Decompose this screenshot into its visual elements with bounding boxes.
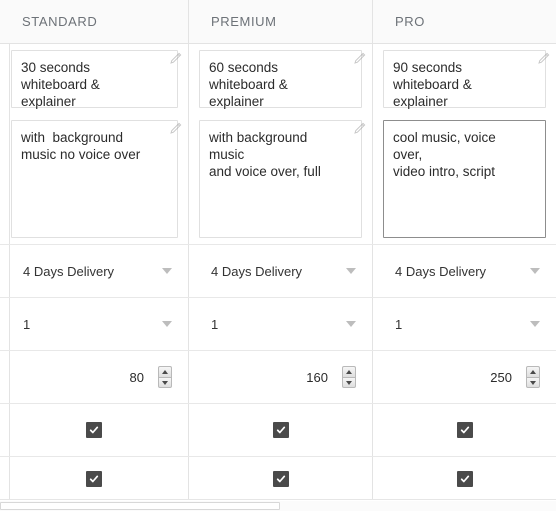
package-title-row: 30 seconds whiteboard & explainer 60 sec… [0,44,556,114]
package-description-cell-pro: cool music, voice over, video intro, scr… [372,114,556,244]
package-column-pro-header: PRO [372,0,556,43]
price-stepper-standard[interactable] [158,366,172,388]
feature-1-cell-standard [0,404,188,456]
package-title-cell-pro: 90 seconds whiteboard & explainer [372,44,556,114]
price-input-standard[interactable]: 80 [11,362,178,392]
package-description-cell-standard: with background music no voice over [0,114,188,244]
price-row: 80 160 250 [0,350,556,403]
chevron-down-icon [162,321,172,327]
feature-1-checkbox-pro[interactable] [456,422,473,438]
revisions-cell-pro: 1 [372,298,556,350]
feature-2-cell-standard [0,457,188,500]
check-icon [460,426,469,434]
pencil-icon [354,52,366,64]
feature-2-checkbox-premium[interactable] [272,470,289,487]
delivery-select-pro[interactable]: 4 Days Delivery [383,256,546,286]
feature-2-cell-pro [372,457,556,500]
pencil-icon [170,122,182,134]
package-description-row: with background music no voice over with… [0,114,556,244]
delivery-cell-pro: 4 Days Delivery [372,245,556,297]
price-cell-premium: 160 [188,351,372,403]
package-header-row: STANDARD PREMIUM PRO [0,0,556,44]
package-description-cell-premium: with background music and voice over, fu… [188,114,372,244]
package-description-input-standard[interactable]: with background music no voice over [11,120,178,238]
price-value-premium: 160 [306,369,328,385]
feature-1-cell-premium [188,404,372,456]
pencil-icon [354,122,366,134]
delivery-cell-premium: 4 Days Delivery [188,245,372,297]
package-pricing-table: STANDARD PREMIUM PRO 30 seconds whiteboa… [0,0,556,511]
revisions-value-premium: 1 [211,316,219,332]
horizontal-scrollbar[interactable] [0,499,556,511]
check-icon [460,475,469,482]
delivery-select-premium[interactable]: 4 Days Delivery [199,256,362,286]
price-stepper-premium[interactable] [342,366,356,388]
feature-row-2 [0,456,556,500]
check-icon [89,475,99,482]
revisions-cell-premium: 1 [188,298,372,350]
price-cell-pro: 250 [372,351,556,403]
chevron-down-icon [346,268,356,274]
chevron-down-icon [530,268,540,274]
pencil-icon [538,52,550,64]
check-icon [276,426,285,434]
package-title-input-premium[interactable]: 60 seconds whiteboard & explainer [199,50,362,109]
package-name-pro: PRO [395,14,425,29]
package-title-cell-premium: 60 seconds whiteboard & explainer [188,44,372,114]
spinner-up-icon[interactable] [158,366,172,377]
revisions-select-premium[interactable]: 1 [199,309,362,339]
package-name-premium: PREMIUM [211,14,277,29]
revisions-row: 1 1 1 [0,297,556,350]
package-name-standard: STANDARD [22,14,98,29]
scrollbar-thumb[interactable] [0,502,280,510]
delivery-cell-standard: 4 Days Delivery [0,245,188,297]
feature-1-checkbox-standard[interactable] [86,422,102,438]
feature-2-checkbox-standard[interactable] [86,470,102,487]
package-title-input-standard[interactable]: 30 seconds whiteboard & explainer [11,50,178,109]
feature-2-checkbox-pro[interactable] [456,470,473,487]
price-value-standard: 80 [129,369,144,385]
delivery-value-pro: 4 Days Delivery [395,263,487,279]
chevron-down-icon [530,321,540,327]
spinner-down-icon[interactable] [526,377,540,388]
spinner-up-icon[interactable] [526,366,540,377]
check-icon [89,426,99,434]
chevron-down-icon [346,321,356,327]
delivery-value-standard: 4 Days Delivery [23,263,115,279]
revisions-value-standard: 1 [23,316,31,332]
delivery-select-standard[interactable]: 4 Days Delivery [11,256,178,286]
revisions-cell-standard: 1 [0,298,188,350]
price-input-pro[interactable]: 250 [383,362,546,392]
revisions-select-pro[interactable]: 1 [383,309,546,339]
price-cell-standard: 80 [0,351,188,403]
delivery-time-row: 4 Days Delivery 4 Days Delivery 4 Days D… [0,244,556,297]
chevron-down-icon [162,268,172,274]
pencil-icon [170,52,182,64]
delivery-value-premium: 4 Days Delivery [211,263,303,279]
feature-1-cell-pro [372,404,556,456]
spinner-up-icon[interactable] [342,366,356,377]
package-title-cell-standard: 30 seconds whiteboard & explainer [0,44,188,114]
spinner-down-icon[interactable] [342,377,356,388]
package-column-premium-header: PREMIUM [188,0,372,43]
package-title-input-pro[interactable]: 90 seconds whiteboard & explainer [383,50,546,109]
package-description-input-premium[interactable]: with background music and voice over, fu… [199,120,362,238]
package-column-standard-header: STANDARD [0,0,188,43]
spinner-down-icon[interactable] [158,377,172,388]
revisions-value-pro: 1 [395,316,403,332]
package-description-input-pro[interactable]: cool music, voice over, video intro, scr… [383,120,546,238]
feature-2-cell-premium [188,457,372,500]
check-icon [276,475,285,482]
feature-row-1 [0,403,556,456]
price-input-premium[interactable]: 160 [199,362,362,392]
price-stepper-pro[interactable] [526,366,540,388]
revisions-select-standard[interactable]: 1 [11,309,178,339]
price-value-pro: 250 [490,369,512,385]
feature-1-checkbox-premium[interactable] [272,422,289,438]
pricing-grid: STANDARD PREMIUM PRO 30 seconds whiteboa… [0,0,556,500]
